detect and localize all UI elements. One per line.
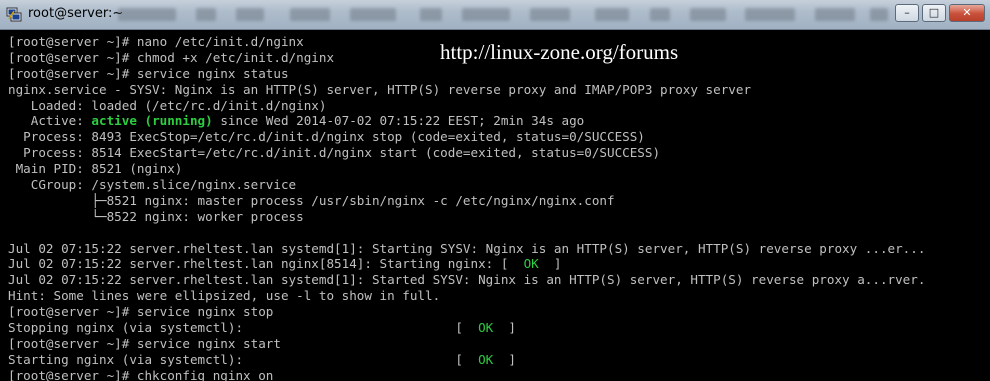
blurred-tab xyxy=(815,8,855,21)
line-text: Starting nginx (via systemctl): [ xyxy=(8,351,479,367)
blurred-tab xyxy=(690,8,726,21)
terminal-line: ├─8521 nginx: master process /usr/sbin/n… xyxy=(8,192,615,208)
title-bar[interactable]: root@server:~ – □ ✕ xyxy=(0,0,990,30)
blurred-tab xyxy=(650,8,670,21)
blurred-tab xyxy=(530,8,570,21)
blurred-tab xyxy=(420,8,442,21)
terminal-line: Starting nginx (via systemctl): [ OK ] xyxy=(8,352,990,368)
status-ok: OK xyxy=(523,256,539,272)
minimize-button[interactable]: – xyxy=(895,4,919,22)
terminal-line: [root@server ~]# service nginx start xyxy=(8,335,281,351)
blurred-tab xyxy=(236,8,264,21)
blurred-tab xyxy=(595,8,629,21)
blurred-tab xyxy=(462,8,510,21)
terminal-line: nginx.service - SYSV: Nginx is an HTTP(S… xyxy=(8,81,752,97)
blurred-tab xyxy=(118,8,176,21)
terminal-line: Active: active (running) since Wed 2014-… xyxy=(8,113,990,129)
line-text: since Wed 2014-07-02 07:15:22 EEST; 2min… xyxy=(212,113,585,129)
line-text: Jul 02 07:15:22 server.rheltest.lan ngin… xyxy=(8,256,524,272)
watermark-url: http://linux-zone.org/forums xyxy=(440,40,679,64)
putty-icon xyxy=(6,7,22,22)
maximize-button[interactable]: □ xyxy=(922,4,946,22)
terminal-line: Stopping nginx (via systemctl): [ OK ] xyxy=(8,320,990,336)
terminal-line: Jul 02 07:15:22 server.rheltest.lan ngin… xyxy=(8,256,990,272)
terminal-line: Loaded: loaded (/etc/rc.d/init.d/nginx) xyxy=(8,97,327,113)
terminal-line: Hint: Some lines were ellipsized, use -l… xyxy=(8,288,441,304)
blurred-tab xyxy=(350,8,396,21)
terminal-line: [root@server ~]# chkconfig nginx on xyxy=(8,367,274,381)
line-text: Active: xyxy=(8,113,92,129)
blurred-tab xyxy=(870,8,888,21)
terminal-line: Process: 8514 ExecStart=/etc/rc.d/init.d… xyxy=(8,145,661,161)
line-text: ] xyxy=(538,256,562,272)
terminal-window: root@server:~ – □ ✕ [root@server ~]# nan… xyxy=(0,0,990,381)
terminal-output[interactable]: [root@server ~]# nano /etc/init.d/nginx[… xyxy=(0,30,990,381)
terminal-line: Main PID: 8521 (nginx) xyxy=(8,161,183,177)
status-active-running: active (running) xyxy=(91,113,213,129)
status-ok: OK xyxy=(478,320,494,336)
line-text: ] xyxy=(493,320,517,336)
blurred-tab xyxy=(290,8,330,21)
line-text: Stopping nginx (via systemctl): [ xyxy=(8,320,479,336)
terminal-line: Process: 8493 ExecStop=/etc/rc.d/init.d/… xyxy=(8,129,645,145)
terminal-line: [root@server ~]# service nginx stop xyxy=(8,304,274,320)
status-ok: OK xyxy=(478,351,494,367)
window-title: root@server:~ xyxy=(28,6,124,21)
blurred-tab xyxy=(745,8,795,21)
terminal-line: CGroup: /system.slice/nginx.service xyxy=(8,177,297,193)
terminal-line: Jul 02 07:15:22 server.rheltest.lan syst… xyxy=(8,240,926,256)
close-button[interactable]: ✕ xyxy=(949,4,985,22)
blurred-tab xyxy=(196,8,216,21)
line-text: ] xyxy=(493,351,517,367)
terminal-line: [root@server ~]# service nginx status xyxy=(8,65,289,81)
terminal-line: Jul 02 07:15:22 server.rheltest.lan syst… xyxy=(8,272,926,288)
terminal-line: └─8522 nginx: worker process xyxy=(8,208,304,224)
